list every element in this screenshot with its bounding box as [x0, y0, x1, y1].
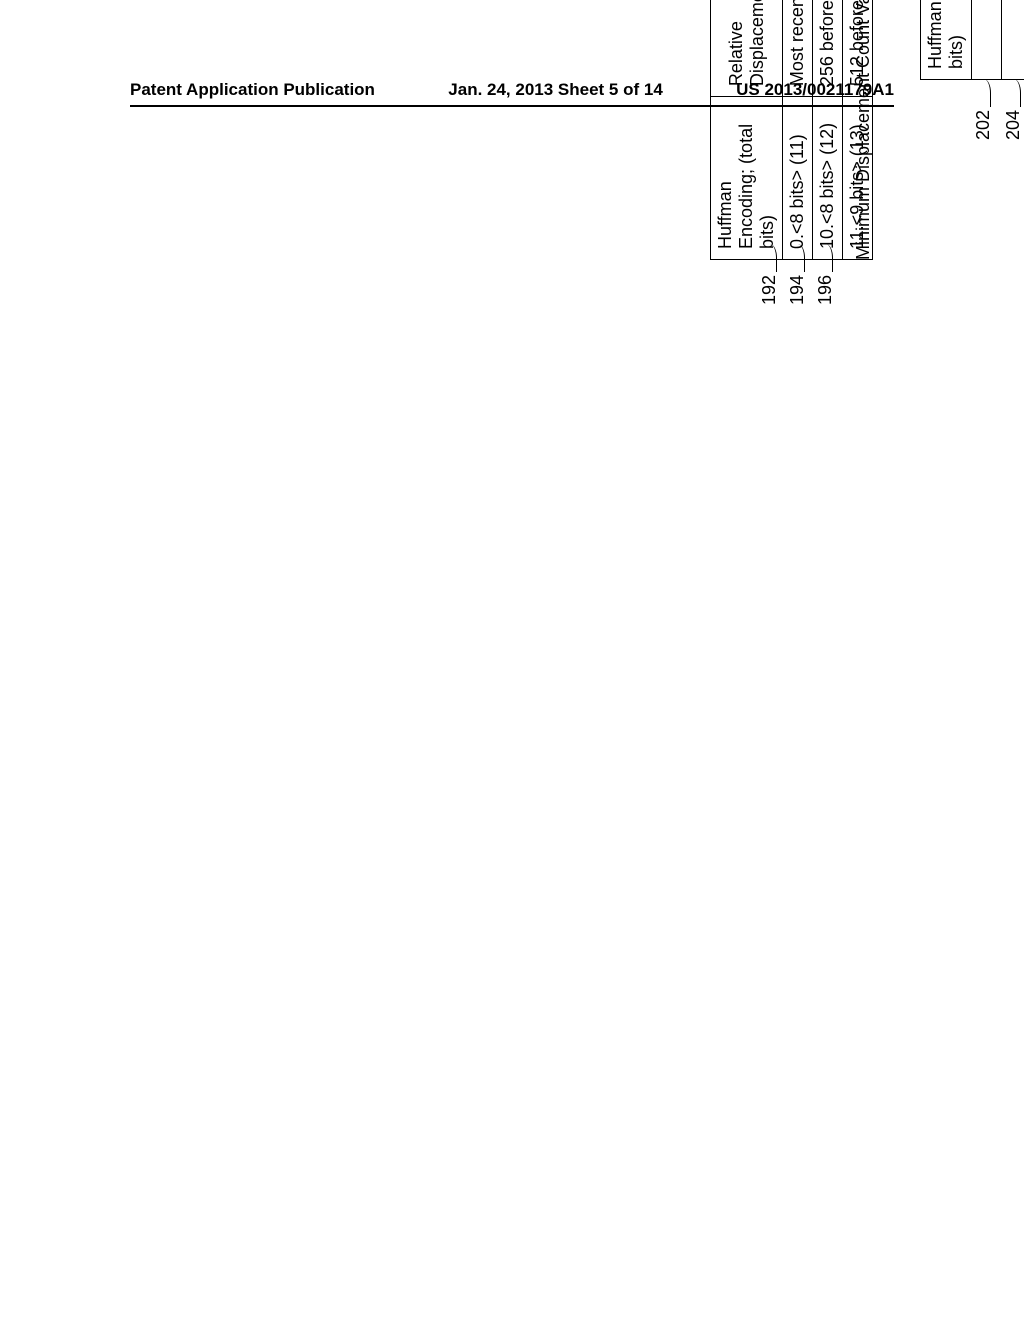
leader-line-icon — [819, 244, 833, 272]
fig10-row-ref-204: 204 — [1003, 77, 1024, 140]
header-center: Jan. 24, 2013 Sheet 5 of 14 — [448, 80, 663, 100]
fig10-header-1: Huffman Encoding; (total bits) — [921, 0, 972, 80]
table-header-row: Huffman Encoding; (total bits) Match Cou… — [921, 0, 972, 80]
header-left: Patent Application Publication — [130, 80, 375, 100]
leader-line-icon — [977, 79, 991, 107]
leader-line-icon — [1007, 79, 1021, 107]
fig9-header-2: Relative Displacement Count — [711, 0, 783, 97]
table-header-row: Huffman Encoding; (total bits) Relative … — [711, 0, 783, 260]
fig10-table: Huffman Encoding; (total bits) Match Cou… — [920, 0, 1024, 80]
table-row: 10.<8 bits> (12) 256 before that 256 511 — [813, 0, 843, 260]
fig9-table-container: Huffman Encoding; (total bits) Relative … — [710, 0, 873, 260]
fig9-row-ref-192: 192 — [759, 242, 780, 305]
fig10-table-container: Huffman Encoding; (total bits) Match Cou… — [920, 0, 1024, 80]
table-row: 10.<1 bit> (3)4B to 5B — [1002, 0, 1024, 80]
fig10-row-ref-202: 202 — [973, 77, 994, 140]
fig9-caption: Minimum Displacement Count Variable Leng… — [853, 0, 874, 260]
table-row: 0.<1 bit> (2)2B to 3B — [972, 0, 1002, 80]
fig9-row-ref-196: 196 — [815, 242, 836, 305]
fig9-row-ref-194: 194 — [787, 242, 808, 305]
leader-line-icon — [791, 244, 805, 272]
table-row: 0.<8 bits> (11) Most recent 256 0 255 — [783, 0, 813, 260]
fig9-table: Huffman Encoding; (total bits) Relative … — [710, 0, 873, 260]
fig9-header-1: Huffman Encoding; (total bits) — [711, 97, 783, 260]
leader-line-icon — [763, 244, 777, 272]
